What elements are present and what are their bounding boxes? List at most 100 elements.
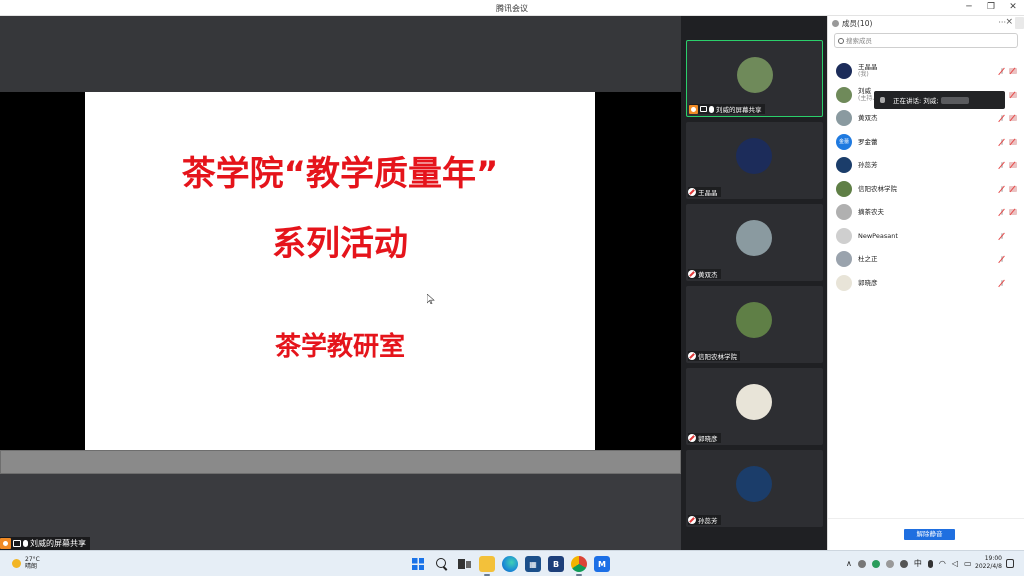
- mic-muted-icon[interactable]: [999, 232, 1005, 240]
- notification-icon[interactable]: [1006, 559, 1014, 568]
- member-avatar: [836, 274, 852, 291]
- sun-icon: [12, 558, 21, 568]
- member-search-input[interactable]: [846, 36, 1006, 45]
- mic-muted-icon[interactable]: [999, 185, 1005, 193]
- tray-app-icon[interactable]: [857, 559, 866, 568]
- camera-off-icon[interactable]: [1009, 91, 1017, 98]
- member-row[interactable]: 孙蕊芳: [836, 156, 1019, 174]
- member-search-box[interactable]: [834, 33, 1018, 48]
- battery-icon[interactable]: ▭: [964, 559, 972, 568]
- member-row[interactable]: 金蕾 罗金蕾: [836, 133, 1019, 151]
- shared-slide: 茶学院“教学质量年” 系列活动 茶学教研室: [85, 92, 595, 450]
- search-icon[interactable]: [433, 556, 449, 572]
- camera-off-icon[interactable]: [1009, 68, 1017, 74]
- close-panel-icon[interactable]: ×: [1005, 17, 1013, 27]
- window-title: 腾讯会议: [496, 4, 528, 13]
- minimize-button[interactable]: ─: [964, 2, 974, 13]
- video-tile[interactable]: 信阳农林学院: [686, 286, 823, 363]
- member-avatar: 金蕾: [836, 133, 852, 150]
- member-avatar: [836, 227, 852, 244]
- input-language-icon[interactable]: 中: [914, 558, 922, 569]
- sharer-label: 刘威的屏幕共享: [0, 537, 90, 550]
- member-row[interactable]: 郭晓彦: [836, 274, 1019, 292]
- tencent-meeting-icon[interactable]: M: [594, 556, 610, 572]
- store-icon[interactable]: ▦: [525, 556, 541, 572]
- tile-name-label: 刘威的屏幕共享: [689, 104, 765, 114]
- restore-button[interactable]: ❐: [986, 2, 996, 13]
- presenter-icon: [0, 538, 11, 549]
- video-tile[interactable]: 孙蕊芳: [686, 450, 823, 527]
- slide-subtitle: 茶学教研室: [274, 332, 405, 362]
- weather-widget[interactable]: 27°C 晴朗: [12, 556, 40, 570]
- mic-muted-icon[interactable]: [999, 279, 1005, 287]
- mic-muted-icon[interactable]: [999, 209, 1005, 216]
- tile-name-text: 王晶晶: [698, 189, 718, 197]
- video-tiles-column: 刘威的屏幕共享王晶晶黄双杰 信阳农林学院郭晓彦孙蕊芳: [681, 16, 827, 550]
- member-name: 黄双杰: [858, 114, 878, 122]
- mic-muted-icon[interactable]: [999, 256, 1005, 263]
- mic-icon: [709, 105, 714, 113]
- speaking-tooltip: 正在讲话: 刘威;: [874, 91, 1005, 109]
- participant-avatar: [737, 57, 773, 93]
- sharer-label-text: 刘威的屏幕共享: [30, 539, 86, 548]
- video-tile[interactable]: 黄双杰: [686, 204, 823, 281]
- tile-name-text: 郭晓彦: [698, 435, 718, 443]
- mic-tray-icon[interactable]: [927, 559, 933, 568]
- mic-icon: [23, 540, 28, 547]
- member-name: 摘茶农夫: [858, 208, 884, 216]
- chrome-browser-icon[interactable]: [571, 556, 587, 576]
- mic-muted-icon[interactable]: [999, 115, 1005, 122]
- tile-name-label: 孙蕊芳: [688, 515, 721, 525]
- tray-app-icon[interactable]: [871, 559, 880, 568]
- member-avatar: [836, 86, 852, 103]
- onedrive-icon[interactable]: [899, 559, 908, 568]
- slide-title-line2: 系列活动: [272, 224, 408, 264]
- member-row[interactable]: 信阳农林学院: [836, 180, 1019, 198]
- video-tile[interactable]: 刘威的屏幕共享: [686, 40, 823, 117]
- member-name: NewPeasant: [858, 231, 898, 240]
- video-tile[interactable]: 郭晓彦: [686, 368, 823, 445]
- video-tile[interactable]: 王晶晶: [686, 122, 823, 199]
- mic-muted-icon[interactable]: [999, 138, 1005, 146]
- participant-avatar: [736, 466, 772, 502]
- mic-muted-icon: [688, 434, 696, 442]
- camera-off-icon[interactable]: [1009, 115, 1017, 121]
- camera-off-icon[interactable]: [1009, 162, 1017, 168]
- member-row[interactable]: NewPeasant: [836, 227, 1019, 245]
- camera-off-icon[interactable]: [1009, 138, 1017, 145]
- member-row[interactable]: 杜之正: [836, 250, 1019, 268]
- member-row[interactable]: 黄双杰: [836, 109, 1019, 127]
- member-row[interactable]: 摘茶农夫: [836, 203, 1019, 221]
- mic-muted-icon[interactable]: [999, 162, 1005, 169]
- tray-expand-icon[interactable]: ∧: [846, 559, 852, 568]
- panel-side-toggle[interactable]: [1015, 17, 1024, 29]
- wifi-icon[interactable]: ◠: [939, 559, 946, 568]
- windows-start-icon[interactable]: [410, 556, 426, 572]
- screen-share-icon: [700, 106, 707, 112]
- screen-share-area: 茶学院“教学质量年” 系列活动 茶学教研室 刘威的屏幕共享: [0, 16, 681, 550]
- members-icon: [832, 20, 839, 27]
- member-name: 孙蕊芳: [858, 161, 878, 169]
- member-avatar: [836, 204, 852, 220]
- mic-muted-icon[interactable]: [999, 68, 1005, 75]
- volume-icon[interactable]: ◁: [952, 559, 958, 568]
- cloud-icon[interactable]: [885, 559, 894, 568]
- camera-off-icon[interactable]: [1009, 209, 1017, 215]
- member-row[interactable]: 王晶晶 (我): [836, 62, 1019, 80]
- b-app-icon[interactable]: B: [548, 556, 564, 572]
- close-window-button[interactable]: ✕: [1008, 2, 1018, 13]
- edge-browser-icon[interactable]: [502, 556, 518, 572]
- file-explorer-icon[interactable]: [479, 556, 495, 576]
- camera-off-icon[interactable]: [1009, 185, 1017, 192]
- screen-share-icon: [13, 540, 21, 547]
- member-avatar: [836, 110, 852, 126]
- unmute-all-button[interactable]: 解除静音: [904, 529, 955, 540]
- participant-avatar: [736, 384, 772, 420]
- task-view-icon[interactable]: [456, 556, 472, 572]
- speaking-extra-blurred: [941, 96, 970, 104]
- speaking-text: 正在讲话: 刘威;: [893, 97, 939, 105]
- tile-name-text: 孙蕊芳: [698, 517, 718, 525]
- mic-muted-icon: [688, 352, 696, 360]
- system-clock[interactable]: 19:00 2022/4/8: [972, 555, 1002, 571]
- tile-name-label: 王晶晶: [688, 187, 721, 197]
